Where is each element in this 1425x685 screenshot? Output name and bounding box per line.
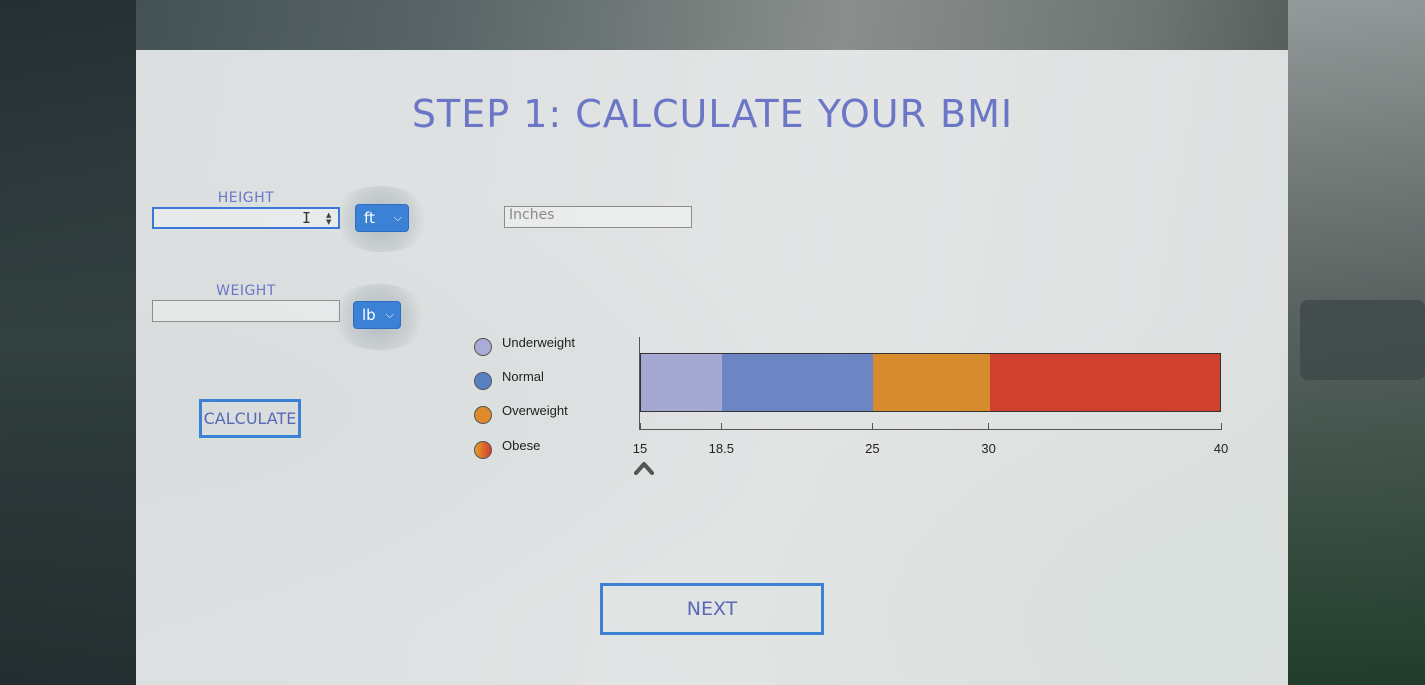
chevron-down-icon: ⌵ [393,211,402,224]
scale-tick-label: 40 [1213,441,1229,456]
scale-tick [720,423,722,430]
bmi-segment-underweight [641,354,723,411]
legend-label: Normal [502,369,544,384]
bmi-segment-obese [989,354,1220,411]
legend-swatch [474,338,492,356]
scale-tick-label: 25 [865,441,880,456]
legend-swatch [474,441,492,459]
page-title: STEP 1: CALCULATE YOUR BMI [411,92,1014,136]
legend-label: Overweight [502,403,568,418]
scale-tick-label: 15 [632,441,648,456]
weight-unit-select[interactable]: lb ⌵ [353,301,401,329]
chevron-down-icon: ⌵ [385,308,394,321]
scale-tick [871,423,873,430]
legend-swatch [474,406,492,424]
inches-placeholder: Inches [509,207,555,223]
background-equipment [1300,300,1425,380]
weight-label: WEIGHT [216,283,276,299]
height-label: HEIGHT [217,190,275,206]
legend-label: Underweight [502,335,575,350]
legend-swatch [474,372,492,390]
chevron-up-icon [634,458,654,478]
calculate-button[interactable]: CALCULATE [199,399,301,438]
bmi-scale-bar [640,353,1221,412]
height-unit-value: ft [364,209,375,227]
legend-label: Obese [502,438,541,453]
scale-tick [988,423,990,430]
scale-tick-label: 18.5 [708,441,734,456]
weight-unit-value: lb [362,306,376,324]
inches-input[interactable]: Inches [504,206,692,228]
height-unit-select[interactable]: ft ⌵ [355,204,409,232]
height-input[interactable]: ▲ ▼ [152,207,340,229]
scale-tick [1220,423,1222,430]
scale-tick [639,423,641,430]
bmi-segment-normal [722,354,874,411]
next-button[interactable]: NEXT [600,583,824,635]
weight-input[interactable] [152,300,340,322]
scale-bottom-axis [639,429,1221,430]
text-cursor-icon: I [302,209,312,227]
scale-tick-label: 30 [981,441,996,456]
bmi-segment-overweight [873,354,990,411]
